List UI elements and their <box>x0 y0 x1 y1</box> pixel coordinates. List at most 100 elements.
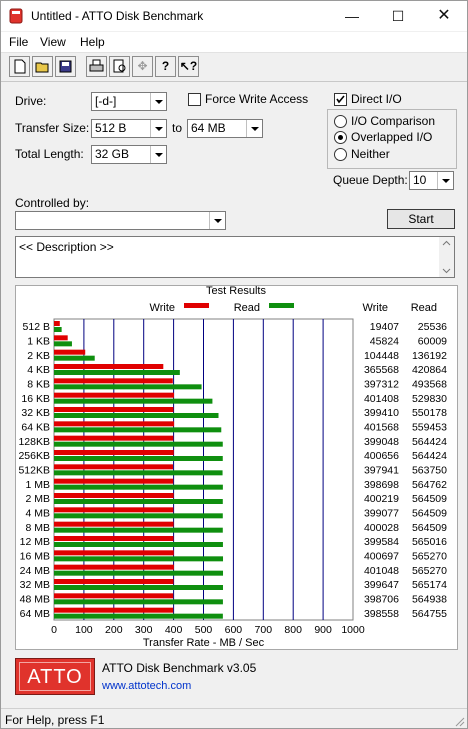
write-bar <box>54 392 175 398</box>
status-bar: For Help, press F1 <box>1 708 467 729</box>
write-column-header: Write <box>363 302 388 314</box>
resize-grip-icon[interactable] <box>453 715 465 727</box>
x-tick-label: 600 <box>225 624 243 636</box>
move-icon[interactable]: ✥ <box>132 56 153 77</box>
category-label: 512 B <box>23 321 50 333</box>
app-icon <box>9 8 23 24</box>
category-label: 512KB <box>18 465 50 477</box>
print-preview-icon[interactable] <box>109 56 130 77</box>
write-bar <box>54 349 86 355</box>
read-value: 559453 <box>412 422 447 434</box>
menu-file[interactable]: File <box>9 35 28 49</box>
overlapped-io-radio[interactable] <box>334 131 347 144</box>
start-button[interactable]: Start <box>387 209 455 229</box>
read-bar <box>54 456 223 461</box>
description-scrollbar[interactable] <box>439 237 454 277</box>
menu-help[interactable]: Help <box>80 35 105 49</box>
menu-view[interactable]: View <box>40 35 66 49</box>
overlapped-io-label: Overlapped I/O <box>351 130 433 144</box>
queue-depth-select[interactable]: 10 <box>409 171 454 190</box>
category-label: 8 MB <box>25 522 50 534</box>
read-value: 564762 <box>412 479 447 491</box>
read-bar <box>54 585 223 590</box>
read-value: 564424 <box>412 450 447 462</box>
read-value: 564509 <box>412 508 447 520</box>
chevron-down-icon <box>437 172 453 189</box>
total-length-value: 32 GB <box>95 147 130 161</box>
force-write-access-label: Force Write Access <box>205 92 309 106</box>
read-bar <box>54 527 223 533</box>
category-label: 12 MB <box>20 536 50 548</box>
queue-depth-label: Queue Depth: <box>333 173 408 187</box>
new-icon[interactable] <box>9 56 30 77</box>
io-comparison-radio[interactable] <box>334 115 347 128</box>
test-results-panel: Test Results Write Read Write Read 0 100 200 300… <box>15 285 458 650</box>
write-bar <box>54 564 174 570</box>
read-bar <box>54 570 224 576</box>
write-bar <box>54 335 68 341</box>
write-bar <box>54 364 164 369</box>
x-tick-label: 800 <box>284 624 302 636</box>
transfer-from-value: 512 B <box>95 121 127 135</box>
maximize-button[interactable]: ☐ <box>375 1 421 31</box>
menu-bar: File View Help <box>1 32 467 53</box>
title-bar[interactable]: Untitled - ATTO Disk Benchmark — ☐ ✕ <box>1 1 467 31</box>
chevron-down-icon <box>150 146 166 163</box>
drive-value: [-d-] <box>95 94 117 108</box>
read-bar <box>54 556 224 562</box>
neither-label: Neither <box>351 147 390 161</box>
write-value: 399584 <box>364 536 399 548</box>
minimize-button[interactable]: — <box>329 1 375 31</box>
toolbar: ✥ ? ↖? <box>1 53 467 82</box>
read-bar <box>54 427 222 433</box>
window-title: Untitled - ATTO Disk Benchmark <box>31 9 204 23</box>
write-bar <box>54 450 174 455</box>
category-label: 256KB <box>18 450 50 462</box>
category-label: 48 MB <box>20 594 50 606</box>
read-bar <box>54 599 223 605</box>
direct-io-checkbox[interactable] <box>334 93 347 106</box>
help-icon[interactable]: ? <box>155 56 176 77</box>
print-icon[interactable] <box>86 56 107 77</box>
read-value: 564938 <box>412 594 447 606</box>
write-value: 399077 <box>364 508 399 520</box>
category-label: 24 MB <box>20 565 50 577</box>
read-value: 529830 <box>412 393 447 405</box>
write-value: 400656 <box>364 450 399 462</box>
read-value: 564755 <box>412 608 447 620</box>
write-bar <box>54 435 174 441</box>
read-value: 136192 <box>412 350 447 362</box>
results-chart: Test Results Write Read Write Read 0 100 200 300… <box>18 285 447 649</box>
website-link[interactable]: www.attotech.com <box>102 680 191 692</box>
write-value: 398558 <box>364 608 399 620</box>
x-tick-label: 200 <box>105 624 123 636</box>
x-tick-label: 1000 <box>341 624 365 636</box>
read-value: 564509 <box>412 522 447 534</box>
x-tick-label: 0 <box>51 624 57 636</box>
atto-logo: ATTO <box>15 658 95 695</box>
controlled-by-select[interactable] <box>15 211 226 230</box>
x-tick-label: 100 <box>75 624 93 636</box>
category-label: 32 MB <box>20 579 50 591</box>
write-bar <box>54 464 173 470</box>
read-bar <box>54 355 95 361</box>
queue-depth-value: 10 <box>413 173 427 187</box>
read-value: 565016 <box>412 536 447 548</box>
drive-select[interactable]: [-d-] <box>91 92 167 111</box>
open-icon[interactable] <box>32 56 53 77</box>
neither-radio[interactable] <box>334 148 347 161</box>
save-icon[interactable] <box>55 56 76 77</box>
total-length-select[interactable]: 32 GB <box>91 145 167 164</box>
transfer-size-to-select[interactable]: 64 MB <box>187 119 263 138</box>
description-textarea[interactable]: << Description >> <box>15 236 455 278</box>
category-label: 4 KB <box>27 364 50 376</box>
context-help-icon[interactable]: ↖? <box>178 56 199 77</box>
read-legend-label: Read <box>234 302 260 314</box>
force-write-access-checkbox[interactable] <box>188 93 201 106</box>
read-bar <box>54 441 223 447</box>
transfer-size-from-select[interactable]: 512 B <box>91 119 167 138</box>
read-bar <box>54 470 223 476</box>
io-comparison-label: I/O Comparison <box>351 114 436 128</box>
close-button[interactable]: ✕ <box>421 1 467 31</box>
write-value: 45824 <box>370 336 399 348</box>
